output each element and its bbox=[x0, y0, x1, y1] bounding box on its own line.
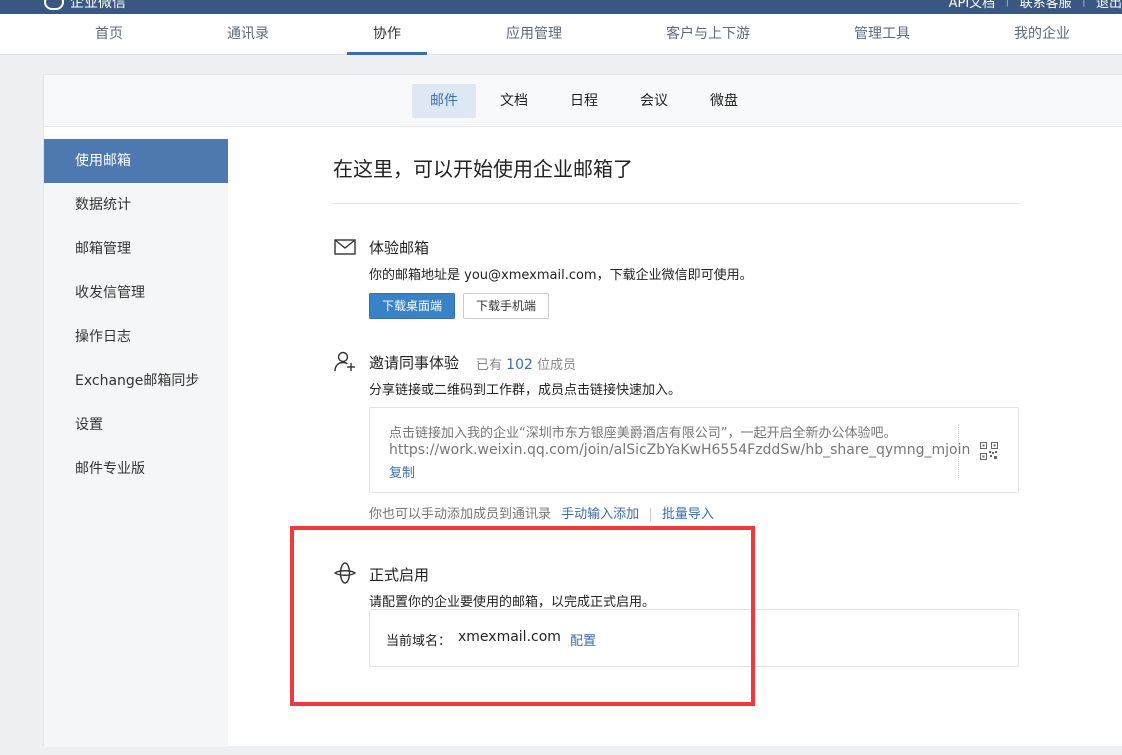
nav-item-management-tools[interactable]: 管理工具 bbox=[854, 14, 910, 55]
nav-item-home[interactable]: 首页 bbox=[95, 14, 123, 55]
manual-input-link[interactable]: 手动输入添加 bbox=[561, 507, 639, 522]
sidebar-item-exchange-sync[interactable]: Exchange邮箱同步 bbox=[44, 359, 228, 403]
sidebar-item-use-mailbox[interactable]: 使用邮箱 bbox=[44, 139, 228, 183]
trial-desc: 你的邮箱地址是 you@xmexmail.com，下载企业微信即可使用。 bbox=[369, 268, 753, 283]
sidebar-item-settings[interactable]: 设置 bbox=[44, 403, 228, 447]
sidebar: 使用邮箱 数据统计 邮箱管理 收发信管理 操作日志 Exchange邮箱同步 设… bbox=[44, 139, 228, 747]
api-docs-link[interactable]: API文档 bbox=[949, 0, 996, 11]
download-desktop-button[interactable]: 下载桌面端 bbox=[369, 293, 456, 319]
nav-item-app-management[interactable]: 应用管理 bbox=[506, 14, 562, 55]
sidebar-item-operation-log[interactable]: 操作日志 bbox=[44, 315, 228, 359]
brand-name: 企业微信 bbox=[70, 0, 126, 11]
qr-code-icon[interactable] bbox=[980, 442, 998, 460]
invite-desc: 分享链接或二维码到工作群，成员点击链接快速加入。 bbox=[369, 383, 682, 398]
invite-link-box: 点击链接加入我的企业“深圳市东方银座美爵酒店有限公司”，一起开启全新办公体验吧。… bbox=[369, 407, 1019, 493]
top-links: API文档 | 联系客服 | 退出 bbox=[949, 0, 1122, 11]
sidebar-item-mailbox-management[interactable]: 邮箱管理 bbox=[44, 227, 228, 271]
tab-mail[interactable]: 邮件 bbox=[412, 84, 476, 118]
sidebar-item-pro-edition[interactable]: 邮件专业版 bbox=[44, 447, 228, 491]
divider bbox=[333, 203, 1019, 204]
invite-url[interactable]: https://work.weixin.qq.com/join/alSicZbY… bbox=[389, 442, 970, 458]
download-mobile-button[interactable]: 下载手机端 bbox=[463, 293, 550, 319]
wecom-logo-icon bbox=[44, 0, 64, 10]
nav-item-my-enterprise[interactable]: 我的企业 bbox=[1014, 14, 1070, 55]
nav-item-customers[interactable]: 客户与上下游 bbox=[666, 14, 750, 55]
highlight-box bbox=[290, 526, 755, 706]
tab-calendar[interactable]: 日程 bbox=[552, 84, 616, 118]
tab-docs[interactable]: 文档 bbox=[482, 84, 546, 118]
tab-drive[interactable]: 微盘 bbox=[692, 84, 756, 118]
separator: | bbox=[648, 507, 653, 522]
sub-tabs: 邮件 文档 日程 会议 微盘 bbox=[44, 75, 1122, 127]
tab-meeting[interactable]: 会议 bbox=[622, 84, 686, 118]
add-user-icon bbox=[334, 351, 355, 372]
manual-add-text: 你也可以手动添加成员到通讯录 bbox=[369, 507, 552, 522]
brand: 企业微信 bbox=[44, 0, 126, 12]
member-count-number: 102 bbox=[506, 357, 533, 373]
page-title: 在这里，可以开始使用企业邮箱了 bbox=[333, 157, 633, 181]
nav-item-collaboration[interactable]: 协作 bbox=[347, 14, 427, 55]
member-count: 已有 102 位成员 bbox=[476, 354, 576, 373]
main-nav: 首页 通讯录 协作 应用管理 客户与上下游 管理工具 我的企业 bbox=[0, 14, 1122, 55]
invite-title: 邀请同事体验 bbox=[369, 354, 460, 372]
trial-title: 体验邮箱 bbox=[369, 239, 430, 257]
copy-link-button[interactable]: 复制 bbox=[389, 462, 415, 481]
invite-message: 点击链接加入我的企业“深圳市东方银座美爵酒店有限公司”，一起开启全新办公体验吧。 bbox=[389, 426, 897, 441]
manual-add-row: 你也可以手动添加成员到通讯录 手动输入添加 | 批量导入 bbox=[369, 503, 714, 522]
top-header-bar: 企业微信 API文档 | 联系客服 | 退出 bbox=[0, 0, 1122, 14]
separator: | bbox=[1082, 0, 1086, 11]
nav-item-contacts[interactable]: 通讯录 bbox=[227, 14, 269, 55]
member-count-prefix: 已有 bbox=[476, 358, 503, 373]
logout-link[interactable]: 退出 bbox=[1096, 0, 1122, 11]
divider bbox=[958, 424, 959, 478]
separator: | bbox=[1005, 0, 1009, 11]
member-count-suffix: 位成员 bbox=[537, 358, 577, 373]
contact-support-link[interactable]: 联系客服 bbox=[1020, 0, 1072, 11]
batch-import-link[interactable]: 批量导入 bbox=[662, 507, 714, 522]
sidebar-item-statistics[interactable]: 数据统计 bbox=[44, 183, 228, 227]
sidebar-item-send-receive[interactable]: 收发信管理 bbox=[44, 271, 228, 315]
mail-icon bbox=[334, 239, 356, 255]
